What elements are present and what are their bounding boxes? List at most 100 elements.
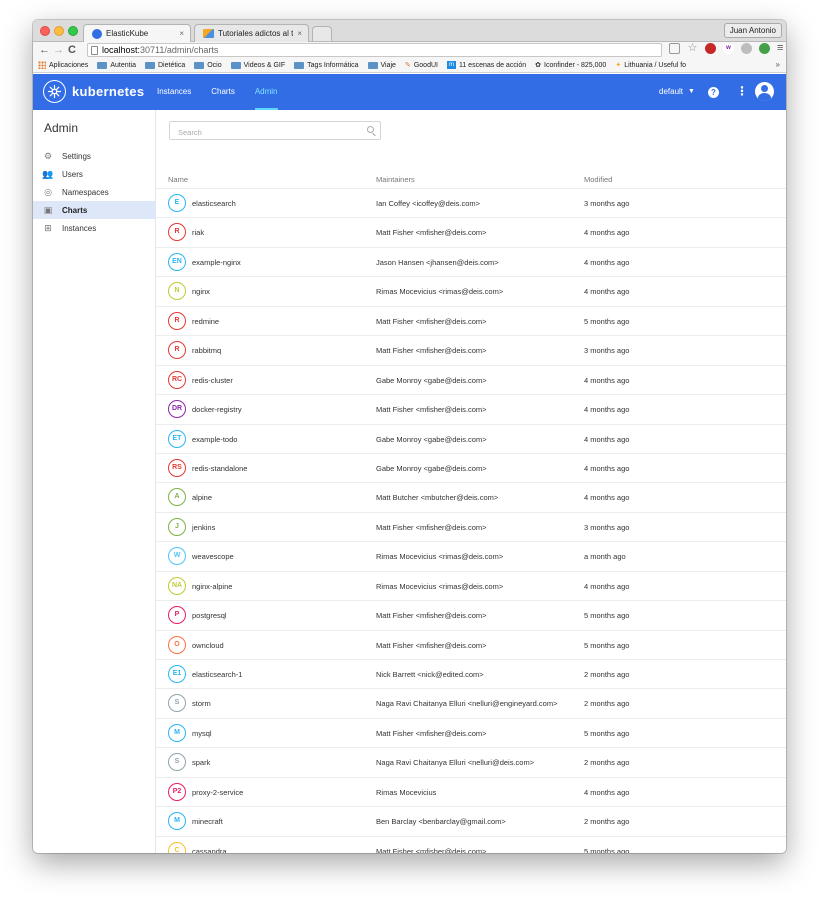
chart-name[interactable]: weavescope (192, 552, 234, 561)
chart-maintainer: Matt Fisher <mfisher@deis.com> (376, 405, 487, 415)
extension-gray-icon[interactable] (741, 43, 752, 54)
chart-name[interactable]: minecraft (192, 817, 223, 826)
column-header-modified[interactable]: Modified (584, 175, 612, 184)
chart-name[interactable]: jenkins (192, 523, 215, 532)
sidebar-item-namespaces[interactable]: ◎ Namespaces (33, 183, 156, 201)
chart-name[interactable]: docker-registry (192, 405, 242, 414)
table-row[interactable]: P2 proxy-2-service Rimas Mocevicius 4 month… (156, 776, 786, 806)
more-vert-icon[interactable]: ⋮ (736, 84, 748, 98)
nav-charts[interactable]: Charts (211, 74, 235, 110)
tab-close-icon[interactable]: × (179, 25, 184, 42)
table-row[interactable]: NA nginx-alpine Rimas Mocevicius <rimas@de… (156, 570, 786, 600)
table-row[interactable]: DR docker-registry Matt Fisher <mfisher@de… (156, 394, 786, 423)
chart-name[interactable]: nginx-alpine (192, 582, 232, 591)
chart-name[interactable]: rabbitmq (192, 346, 221, 355)
table-row[interactable]: Rredmine Matt Fisher <mfisher@deis.com> 5 … (156, 305, 786, 335)
table-row[interactable]: Nnginx Rimas Mocevicius <rimas@deis.com> 4… (156, 276, 786, 305)
tab-close-icon[interactable]: × (297, 25, 302, 42)
star-icon[interactable]: ☆ (687, 43, 698, 54)
chart-name[interactable]: elasticsearch (192, 199, 236, 208)
bookmark-ocio[interactable]: Ocio (194, 61, 222, 69)
chart-name[interactable]: redis-standalone (192, 464, 247, 473)
chart-name[interactable]: owncloud (192, 641, 224, 650)
browser-tab-tutoriales[interactable]: Tutoriales adictos al trabajo × (194, 24, 309, 42)
chart-name[interactable]: postgresql (192, 611, 227, 620)
bookmarks-overflow-icon[interactable]: » (776, 60, 780, 69)
table-row[interactable]: RC redis-cluster Gabe Monroy <gabe@deis.co… (156, 364, 786, 394)
table-row[interactable]: Ccassandra Matt Fisher <mfisher@deis.com>… (156, 835, 786, 853)
bookmark-label: Aplicaciones (49, 61, 89, 69)
back-arrow-icon[interactable]: ← (39, 43, 50, 57)
bookmark-aplicaciones[interactable]: Aplicaciones (38, 61, 88, 69)
table-row[interactable]: Wweavescope Rimas Mocevicius <rimas@deis.… (156, 541, 786, 570)
chart-badge-icon: S (168, 753, 186, 772)
close-window-button[interactable] (40, 26, 50, 36)
bookmark-lithuania[interactable]: ✦ Lithuania / Useful fo (615, 61, 686, 70)
forward-arrow-icon[interactable]: → (53, 43, 64, 57)
search-input[interactable] (170, 124, 360, 141)
nav-admin[interactable]: Admin (254, 74, 278, 110)
table-row[interactable]: Sspark Naga Ravi Chaitanya Elluri <nellur… (156, 747, 786, 776)
chart-name[interactable]: redis-cluster (192, 376, 233, 385)
column-header-name[interactable]: Name (168, 175, 188, 184)
chart-name[interactable]: elasticsearch-1 (192, 670, 242, 679)
bookmark-dietetica[interactable]: Dietética (145, 61, 185, 69)
minimize-window-button[interactable] (54, 26, 64, 36)
table-row[interactable]: Eelasticsearch Ian Coffey <icoffey@deis.c… (156, 188, 786, 217)
table-row[interactable]: Rrabbitmq Matt Fisher <mfisher@deis.com> 3… (156, 335, 786, 364)
table-row[interactable]: ET example-todo Gabe Monroy <gabe@deis.com… (156, 423, 786, 453)
chrome-menu-icon[interactable]: ≡ (777, 43, 783, 54)
namespace-select[interactable]: default ▼ (659, 74, 695, 110)
chart-name[interactable]: example-todo (192, 435, 237, 444)
bookmark-tags-informatica[interactable]: Tags Informática (294, 61, 359, 69)
table-row[interactable]: Mminecraft Ben Barclay <benbarclay@gmail.… (156, 806, 786, 835)
chart-name[interactable]: alpine (192, 493, 212, 502)
key-icon[interactable] (669, 43, 680, 54)
new-tab-button[interactable] (312, 26, 332, 41)
chart-name[interactable]: spark (192, 758, 210, 767)
sidebar-item-settings[interactable]: ⚙ Settings (33, 147, 156, 165)
chart-name[interactable]: nginx (192, 287, 210, 296)
table-row[interactable]: Jjenkins Matt Fisher <mfisher@deis.com> 3 … (156, 511, 786, 541)
sidebar-item-users[interactable]: 👥 Users (33, 165, 156, 183)
profile-button[interactable]: Juan Antonio (723, 23, 782, 38)
sidebar-item-charts[interactable]: ▣ Charts (33, 201, 156, 219)
chart-name[interactable]: example-nginx (192, 258, 241, 267)
chart-name[interactable]: riak (192, 228, 204, 237)
kubernetes-logo[interactable]: kubernetes (43, 80, 144, 103)
table-row[interactable]: Mmysql Matt Fisher <mfisher@deis.com> 5 mo… (156, 717, 786, 747)
table-row[interactable]: Sstorm Naga Ravi Chaitanya Elluri <nellur… (156, 688, 786, 717)
table-row[interactable]: E1 elasticsearch-1 Nick Barrett <nick@edit… (156, 659, 786, 688)
evernote-icon[interactable] (759, 43, 770, 54)
chart-name[interactable]: proxy-2-service (192, 788, 243, 797)
table-row[interactable]: Aalpine Matt Butcher <mbutcher@deis.com> 4… (156, 482, 786, 511)
bookmark-viaje[interactable]: Viaje (367, 61, 396, 69)
table-row[interactable]: Ppostgresql Matt Fisher <mfisher@deis.com… (156, 600, 786, 629)
table-row[interactable]: EN example-nginx Jason Hansen <jhansen@dei… (156, 246, 786, 276)
chart-name[interactable]: storm (192, 699, 211, 708)
reload-icon[interactable]: C (68, 43, 76, 57)
help-icon[interactable]: ? (708, 87, 719, 98)
table-row[interactable]: Rriak Matt Fisher <mfisher@deis.com> 4 mon… (156, 217, 786, 246)
column-header-maintainers[interactable]: Maintainers (376, 175, 415, 184)
ublock-icon[interactable] (705, 43, 716, 54)
url-input[interactable]: localhost:30711/admin/charts (87, 43, 662, 57)
user-avatar[interactable] (755, 82, 774, 101)
bookmark-videos-gif[interactable]: Videos & GIF (230, 61, 285, 69)
bookmark-iconfinder[interactable]: ✿ Iconfinder - 825,000 (535, 61, 606, 70)
bookmark-autentia[interactable]: Autentia (97, 61, 136, 69)
search-icon[interactable] (367, 126, 374, 133)
bookmark-escenas[interactable]: m 11 escenas de acción (446, 61, 526, 69)
table-row[interactable]: Oowncloud Matt Fisher <mfisher@deis.com> 5… (156, 629, 786, 659)
nav-instances[interactable]: Instances (157, 74, 191, 110)
bookmark-goodui[interactable]: ✎ GoodUI (405, 61, 438, 70)
table-row[interactable]: RS redis-standalone Gabe Monroy <gabe@deis… (156, 452, 786, 482)
chart-name[interactable]: redmine (192, 317, 219, 326)
browser-tab-elastickube[interactable]: ElasticKube × (83, 24, 191, 42)
chart-name[interactable]: mysql (192, 729, 212, 738)
chart-name[interactable]: cassandra (192, 847, 227, 853)
wappalyzer-icon[interactable]: w (723, 43, 734, 54)
sidebar-item-instances[interactable]: ⊞ Instances (33, 219, 156, 237)
chart-badge-icon: M (168, 812, 186, 831)
zoom-window-button[interactable] (68, 26, 78, 36)
